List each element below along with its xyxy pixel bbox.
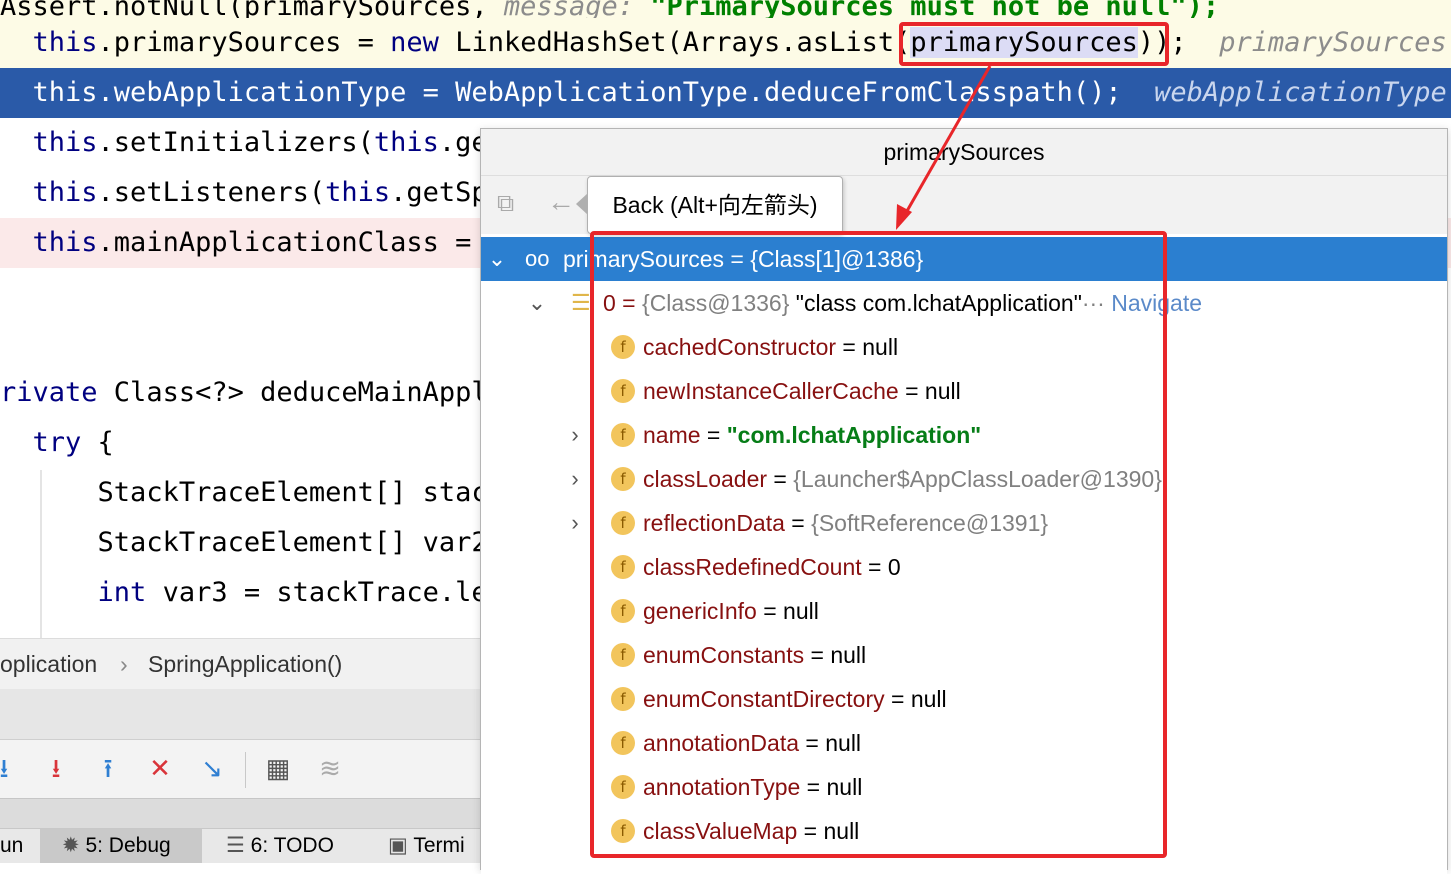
step-out-icon[interactable]: ⭱ xyxy=(90,750,126,786)
chevron-right-icon[interactable]: › xyxy=(563,413,587,457)
breadcrumb-item[interactable]: SpringApplication() xyxy=(148,651,342,678)
back-arrow-icon[interactable]: ← xyxy=(547,186,575,218)
code-text: .mainApplicationClass = xyxy=(97,227,488,258)
list-icon: ☰ xyxy=(226,834,245,857)
code-text: .webApplicationType = WebApplicationType… xyxy=(97,77,1122,108)
tab-label: 6: TODO xyxy=(250,834,334,857)
keyword: this xyxy=(32,27,98,58)
code-text: .getSp xyxy=(390,177,488,208)
code-text: .setListeners( xyxy=(97,177,326,208)
run-to-cursor-icon[interactable]: ↘ xyxy=(194,750,230,786)
annotation-highlight-box xyxy=(590,231,1167,858)
tab-label: 5: Debug xyxy=(85,834,171,857)
keyword: this xyxy=(32,127,98,158)
keyword: try xyxy=(32,427,82,458)
breadcrumb-item[interactable]: oplication xyxy=(0,651,97,678)
chevron-right-icon[interactable]: › xyxy=(563,501,587,545)
tool-window-tabs: un ✹ 5: Debug ☰ 6: TODO ▣ Termi xyxy=(0,828,480,863)
annotation-highlight-box xyxy=(899,22,1169,66)
code-text: Class<?> deduceMainAppli xyxy=(97,377,504,408)
code-text: .setInitializers( xyxy=(97,127,374,158)
indent-guide xyxy=(40,470,42,638)
breadcrumb-separator: › xyxy=(120,651,128,677)
debug-header-bar xyxy=(0,689,480,740)
code-text: var3 = stackTrace.le xyxy=(146,577,488,608)
keyword: this xyxy=(32,177,98,208)
code-text: StackTraceElement[] var2 xyxy=(97,527,488,558)
toolbar-separator xyxy=(245,752,246,788)
drop-frame-icon[interactable]: ✕ xyxy=(142,750,178,786)
keyword: this xyxy=(32,77,98,108)
debug-step-toolbar: ⭳ ⭳ ⭱ ✕ ↘ ▦ ≋ xyxy=(0,740,480,798)
code-text: StackTraceElement[] stac xyxy=(97,477,488,508)
panel-header xyxy=(0,798,480,829)
keyword: this xyxy=(325,177,391,208)
tab-terminal[interactable]: ▣ Termi xyxy=(388,829,480,863)
step-over-icon[interactable]: ⭳ xyxy=(0,750,22,786)
inline-value-hint: webApplicationType: xyxy=(1154,77,1451,108)
inline-value-hint: primarySources: xyxy=(1219,27,1451,58)
keyword: this xyxy=(373,127,439,158)
tab-label: Termi xyxy=(413,834,465,857)
tab-debug[interactable]: ✹ 5: Debug xyxy=(40,829,202,863)
chevron-right-icon[interactable]: › xyxy=(563,457,587,501)
array-element-icon: ☰ xyxy=(571,290,591,315)
keyword: rivate xyxy=(0,377,98,408)
watch-glasses-icon: oo xyxy=(525,246,550,271)
popup-title: primarySources xyxy=(481,129,1447,176)
back-tooltip: Back (Alt+向左箭头) xyxy=(576,176,843,234)
keyword: new xyxy=(390,27,439,58)
code-line-current: this.webApplicationType = WebApplication… xyxy=(0,68,1451,118)
breadcrumb: oplication › SpringApplication() xyxy=(0,638,480,690)
tab-todo[interactable]: ☰ 6: TODO xyxy=(226,829,366,863)
code-text: LinkedHashSet(Arrays.asList( xyxy=(438,27,911,58)
add-to-watches-icon[interactable]: ⧉ xyxy=(497,190,514,218)
tab-label: un xyxy=(0,834,24,857)
code-line: this.primarySources = new LinkedHashSet(… xyxy=(0,18,1451,68)
chevron-down-icon[interactable]: ⌄ xyxy=(525,281,549,325)
chevron-down-icon[interactable]: ⌄ xyxy=(485,237,509,281)
code-text: { xyxy=(81,427,114,458)
force-step-into-icon[interactable]: ⭳ xyxy=(38,750,74,786)
trace-stream-icon[interactable]: ≋ xyxy=(312,750,348,786)
evaluate-expression-icon[interactable]: ▦ xyxy=(260,750,296,786)
keyword: this xyxy=(32,227,98,258)
tab-run[interactable]: un xyxy=(0,829,40,863)
terminal-icon: ▣ xyxy=(388,834,408,857)
keyword: int xyxy=(97,577,147,608)
bug-icon: ✹ xyxy=(62,834,80,857)
code-text: .primarySources = xyxy=(97,27,391,58)
